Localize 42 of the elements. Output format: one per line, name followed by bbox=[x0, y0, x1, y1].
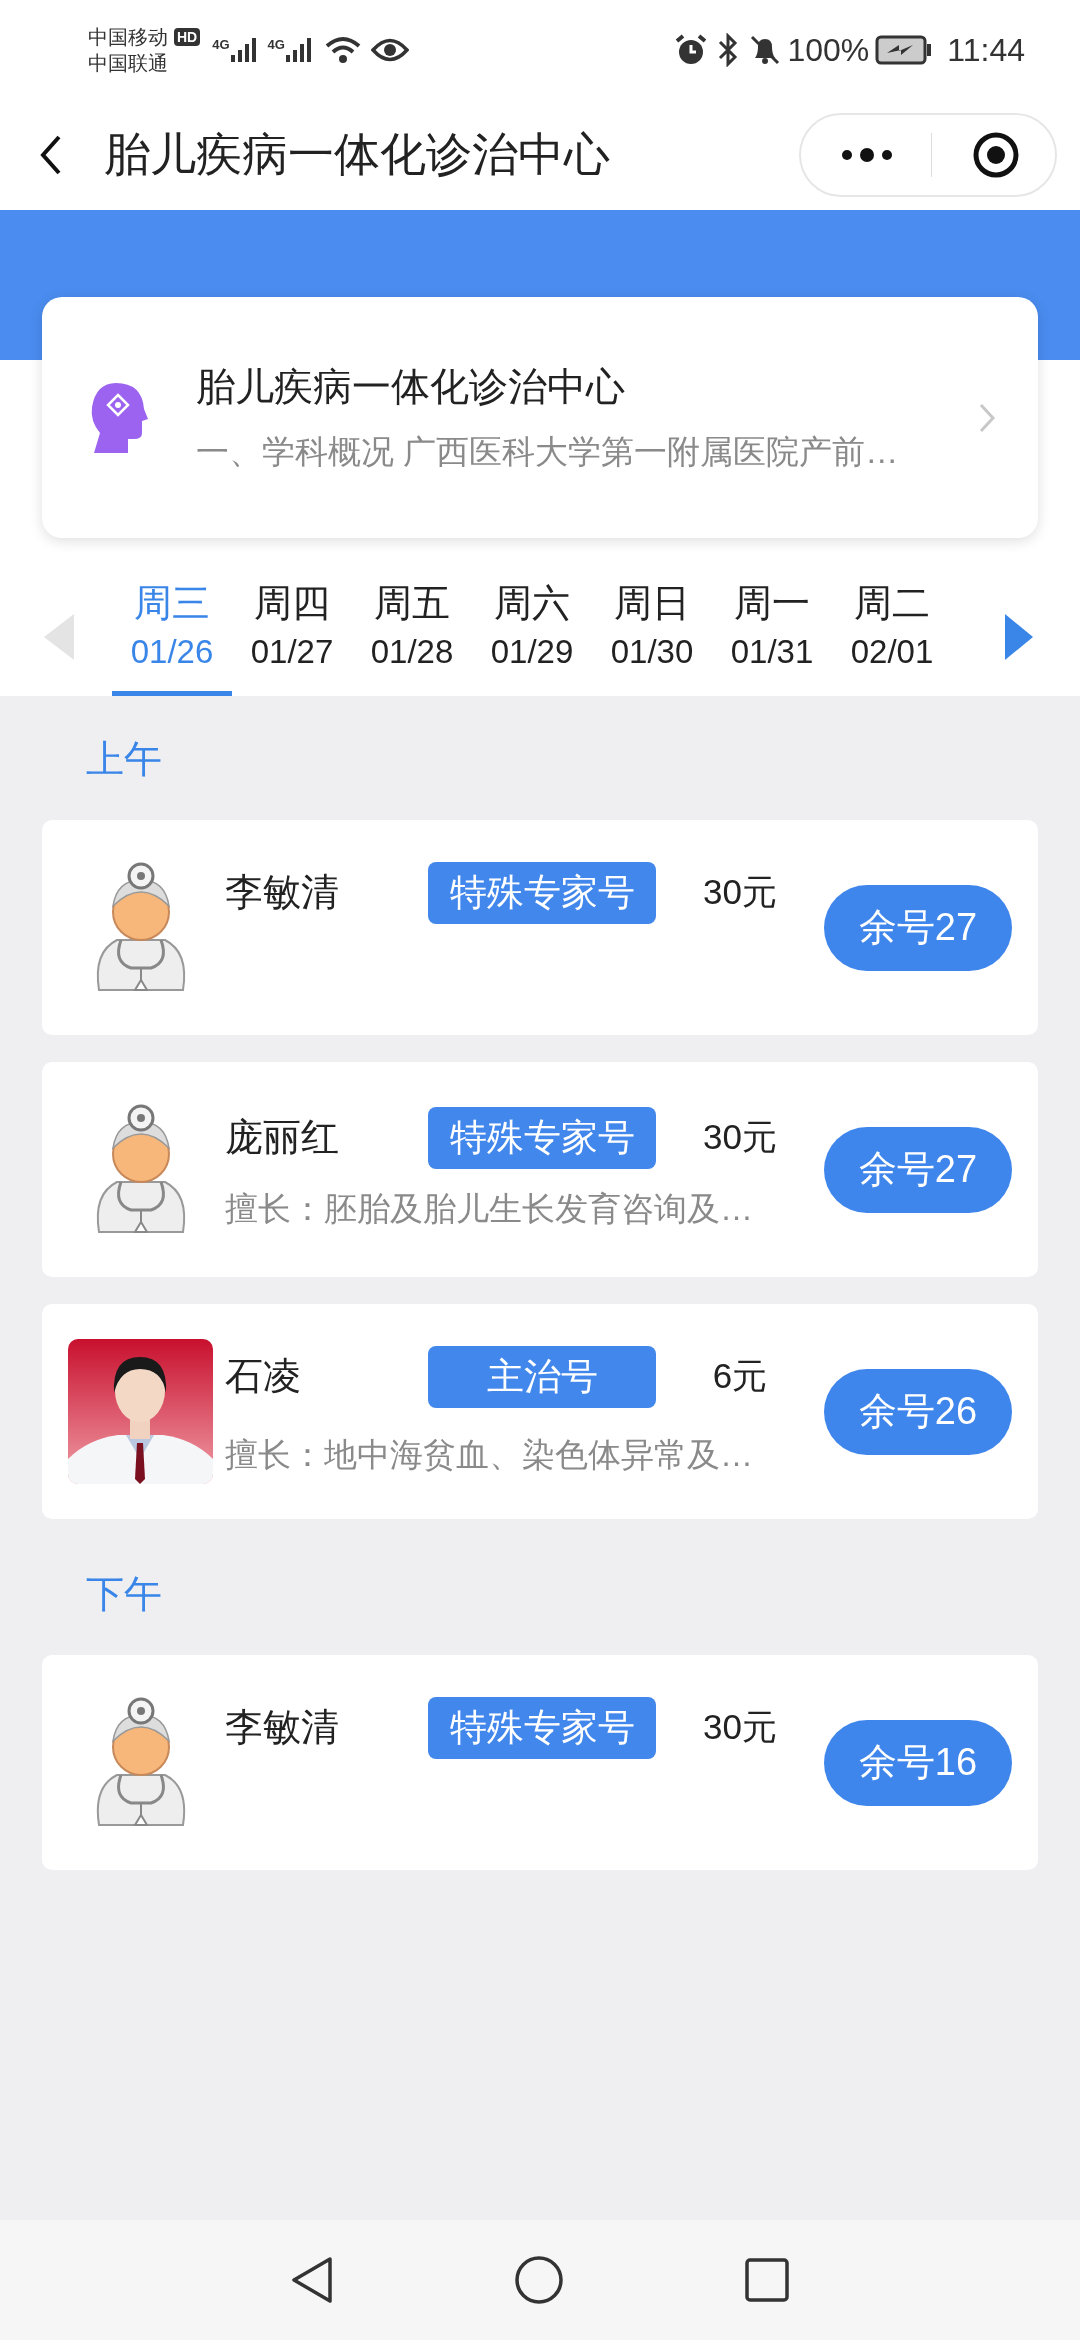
doctor-card[interactable]: 李敏清 特殊专家号 30元 余号16 bbox=[42, 1655, 1038, 1870]
price: 30元 bbox=[702, 871, 778, 913]
appointment-type-tag: 特殊专家号 bbox=[428, 861, 656, 924]
remaining-slots-button[interactable]: 余号16 bbox=[824, 1719, 1012, 1806]
department-description: 一、学科概况 广西医科大学第一附属医院产前… bbox=[196, 432, 900, 472]
clock-time: 11:44 bbox=[947, 31, 1025, 69]
doctor-name: 石凌 bbox=[225, 1354, 302, 1399]
doctor-card[interactable]: 李敏清 特殊专家号 30元 余号27 bbox=[42, 820, 1038, 1035]
day-tab[interactable]: 周二 02/01 bbox=[832, 578, 952, 696]
price: 6元 bbox=[711, 1355, 769, 1397]
battery-percentage: 100% bbox=[787, 31, 870, 69]
network-label: 4G bbox=[212, 37, 230, 52]
day-tab[interactable]: 周日 01/30 bbox=[592, 578, 712, 696]
day-tab[interactable]: 周六 01/29 bbox=[472, 578, 592, 696]
day-tab[interactable]: 周三 01/26 bbox=[112, 578, 232, 696]
remaining-slots-button[interactable]: 余号26 bbox=[824, 1368, 1012, 1455]
section-label: 下午 bbox=[86, 1572, 163, 1617]
hd-badge: HD bbox=[174, 28, 201, 46]
department-title: 胎儿疾病一体化诊治中心 bbox=[196, 364, 626, 410]
doctor-card[interactable]: 庞丽红 特殊专家号 30元 余号27 擅长：胚胎及胎儿生长发育咨询及… bbox=[42, 1062, 1038, 1277]
doctor-name: 庞丽红 bbox=[225, 1115, 340, 1161]
doctor-name: 李敏清 bbox=[225, 870, 340, 915]
price: 30元 bbox=[702, 1706, 778, 1748]
price: 30元 bbox=[702, 1116, 778, 1159]
department-card[interactable]: 胎儿疾病一体化诊治中心 一、学科概况 广西医科大学第一附属医院产前… bbox=[42, 297, 1038, 538]
day-tab[interactable]: 周五 01/28 bbox=[352, 578, 472, 696]
appointment-type-tag: 特殊专家号 bbox=[428, 1106, 656, 1169]
network-label: 4G bbox=[267, 37, 285, 52]
remaining-slots-button[interactable]: 余号27 bbox=[824, 884, 1012, 971]
doctor-card[interactable]: 石凌 主治号 6元 余号26 擅长：地中海贫血、染色体异常及… bbox=[42, 1304, 1038, 1519]
appointment-type-tag: 特殊专家号 bbox=[428, 1696, 656, 1759]
carrier-name: 中国联通 bbox=[88, 51, 169, 76]
appointment-type-tag: 主治号 bbox=[428, 1345, 656, 1408]
day-tab[interactable]: 周一 01/31 bbox=[712, 578, 832, 696]
doctor-name: 李敏清 bbox=[225, 1705, 340, 1750]
page-title: 胎儿疾病一体化诊治中心 bbox=[104, 127, 611, 182]
section-label: 上午 bbox=[86, 737, 163, 782]
carrier-name: 中国移动 bbox=[88, 25, 168, 50]
doctor-specialty: 擅长：胚胎及胎儿生长发育咨询及… bbox=[225, 1189, 754, 1230]
doctor-specialty: 擅长：地中海贫血、染色体异常及… bbox=[225, 1434, 754, 1475]
day-tab[interactable]: 周四 01/27 bbox=[232, 578, 352, 696]
remaining-slots-button[interactable]: 余号27 bbox=[824, 1126, 1012, 1213]
